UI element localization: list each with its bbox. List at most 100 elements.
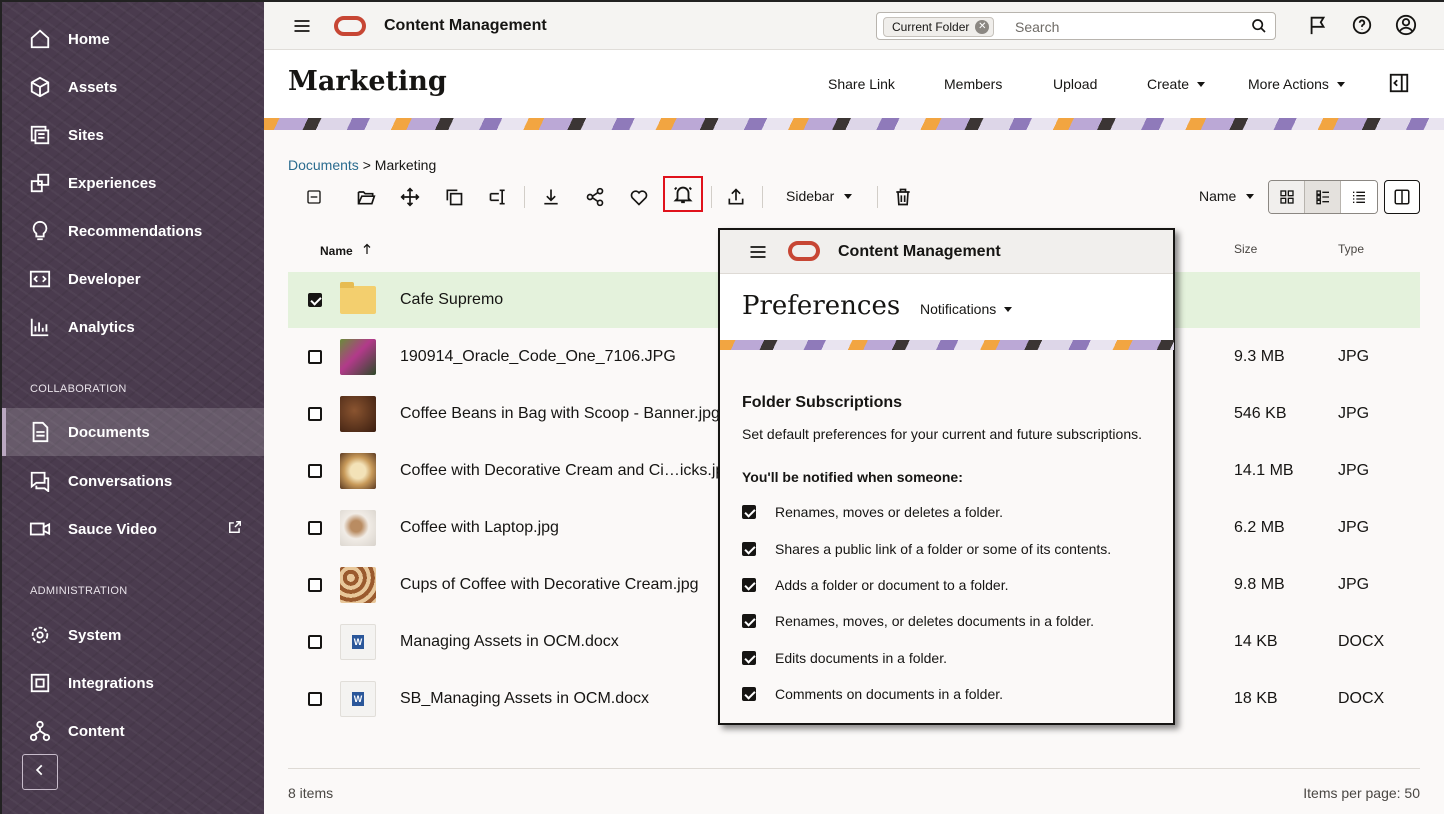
image-thumbnail [340, 396, 376, 432]
option-checkbox[interactable] [742, 614, 756, 628]
items-per-page[interactable]: Items per page: 50 [1303, 785, 1420, 801]
option-rename-documents[interactable]: Renames, moves, or deletes documents in … [742, 613, 1094, 629]
row-checkbox[interactable] [308, 350, 322, 364]
sidebar-item-home[interactable]: Home [2, 16, 264, 62]
breadcrumb-separator: > [362, 157, 371, 173]
file-name[interactable]: 190914_Oracle_Code_One_7106.JPG [400, 348, 676, 366]
column-header-size[interactable]: Size [1234, 242, 1257, 256]
row-checkbox[interactable] [308, 521, 322, 535]
sidebar-item-documents[interactable]: Documents [2, 408, 264, 456]
breadcrumb-documents-link[interactable]: Documents [288, 157, 359, 173]
create-dropdown[interactable]: Create [1147, 76, 1206, 92]
hamburger-menu-icon[interactable] [748, 242, 768, 267]
sidebar-item-recommendations[interactable]: Recommendations [2, 208, 264, 254]
sidebar-item-label: Recommendations [68, 222, 203, 240]
option-add-to-folder[interactable]: Adds a folder or document to a folder. [742, 577, 1008, 593]
flag-icon[interactable] [1307, 14, 1329, 41]
row-checkbox[interactable] [308, 464, 322, 478]
search-icon[interactable] [1251, 18, 1267, 39]
file-name[interactable]: Coffee with Decorative Cream and Ci…icks… [400, 462, 733, 480]
external-link-icon [228, 520, 242, 538]
download-icon[interactable] [533, 182, 569, 212]
sidebar-dropdown[interactable]: Sidebar [786, 188, 853, 204]
share-link-button[interactable]: Share Link [828, 76, 895, 92]
cube-icon [28, 75, 52, 99]
column-header-type[interactable]: Type [1338, 242, 1364, 256]
user-avatar-icon[interactable] [1395, 14, 1417, 41]
sidebar-item-conversations[interactable]: Conversations [2, 458, 264, 504]
collapse-sidebar-button[interactable] [22, 754, 58, 790]
sidebar-item-analytics[interactable]: Analytics [2, 304, 264, 350]
grid-view-icon[interactable] [1269, 181, 1305, 213]
sort-dropdown[interactable]: Name [1199, 188, 1255, 204]
sidebar-item-label: Analytics [68, 318, 135, 336]
option-checkbox[interactable] [742, 687, 756, 701]
side-panel-toggle-icon[interactable] [1384, 180, 1420, 214]
sidebar-item-system[interactable]: System [2, 612, 264, 658]
members-button[interactable]: Members [944, 76, 1002, 92]
option-rename-folder[interactable]: Renames, moves or deletes a folder. [742, 504, 1003, 520]
option-comments[interactable]: Comments on documents in a folder. [742, 686, 1003, 702]
help-icon[interactable] [1351, 14, 1373, 41]
option-checkbox[interactable] [742, 542, 756, 556]
file-name[interactable]: Cafe Supremo [400, 291, 503, 309]
upload-button[interactable]: Upload [1053, 76, 1097, 92]
sidebar-dropdown-label: Sidebar [786, 188, 835, 204]
file-name[interactable]: Cups of Coffee with Decorative Cream.jpg [400, 576, 699, 594]
row-checkbox[interactable] [308, 407, 322, 421]
open-folder-icon[interactable] [348, 182, 384, 212]
column-header-name[interactable]: Name [320, 242, 373, 259]
option-share-link[interactable]: Shares a public link of a folder or some… [742, 541, 1111, 557]
notifications-dropdown[interactable]: Notifications [920, 301, 1013, 317]
move-icon[interactable] [392, 182, 428, 212]
search-input[interactable]: Search [1015, 19, 1059, 35]
row-checkbox[interactable] [308, 293, 322, 307]
option-checkbox[interactable] [742, 651, 756, 665]
search-scope-chip[interactable]: Current Folder ✕ [883, 17, 995, 37]
top-bar: Content Management Current Folder ✕ Sear… [264, 2, 1444, 50]
deselect-all-icon[interactable] [296, 182, 332, 212]
option-checkbox[interactable] [742, 578, 756, 592]
sidebar-item-experiences[interactable]: Experiences [2, 160, 264, 206]
toggle-panel-icon[interactable] [1388, 72, 1410, 99]
file-size: 18 KB [1234, 690, 1278, 707]
upload-icon[interactable] [718, 182, 754, 212]
option-label: Comments on documents in a folder. [775, 686, 1004, 702]
sidebar-item-sauce-video[interactable]: Sauce Video [2, 506, 264, 552]
copy-icon[interactable] [436, 182, 472, 212]
file-name[interactable]: Coffee with Laptop.jpg [400, 519, 559, 537]
row-checkbox[interactable] [308, 635, 322, 649]
table-view-icon[interactable] [1341, 181, 1377, 213]
home-icon [28, 27, 52, 51]
trash-icon[interactable] [885, 182, 921, 212]
hamburger-menu-icon[interactable] [292, 16, 312, 41]
option-edit-documents[interactable]: Edits documents in a folder. [742, 650, 947, 666]
image-thumbnail [340, 453, 376, 489]
file-size: 6.2 MB [1234, 519, 1285, 536]
sidebar-item-developer[interactable]: Developer [2, 256, 264, 302]
file-type: JPG [1338, 576, 1370, 593]
share-icon[interactable] [577, 182, 613, 212]
rename-icon[interactable] [480, 182, 516, 212]
search-box[interactable]: Current Folder ✕ Search [876, 12, 1276, 40]
file-name[interactable]: SB_Managing Assets in OCM.docx [400, 690, 649, 708]
folder-subscriptions-description: Set default preferences for your current… [742, 426, 1142, 442]
subscribe-bell-icon[interactable] [663, 176, 703, 212]
sidebar-item-assets[interactable]: Assets [2, 64, 264, 110]
file-name[interactable]: Managing Assets in OCM.docx [400, 633, 619, 651]
sidebar-item-sites[interactable]: Sites [2, 112, 264, 158]
file-name[interactable]: Coffee Beans in Bag with Scoop - Banner.… [400, 405, 720, 423]
sidebar-item-integrations[interactable]: Integrations [2, 660, 264, 706]
more-actions-dropdown[interactable]: More Actions [1248, 76, 1345, 92]
file-type: DOCX [1338, 690, 1385, 707]
row-checkbox[interactable] [308, 692, 322, 706]
row-checkbox[interactable] [308, 578, 322, 592]
option-checkbox[interactable] [742, 505, 756, 519]
footer-divider [288, 768, 1420, 769]
clear-scope-icon[interactable]: ✕ [975, 20, 990, 34]
list-view-icon[interactable] [1305, 181, 1341, 213]
favorite-heart-icon[interactable] [621, 182, 657, 212]
sidebar-item-content[interactable]: Content [2, 708, 264, 754]
sidebar: Home Assets Sites Experiences Recommenda… [2, 2, 264, 814]
sidebar-item-label: Conversations [68, 472, 173, 490]
